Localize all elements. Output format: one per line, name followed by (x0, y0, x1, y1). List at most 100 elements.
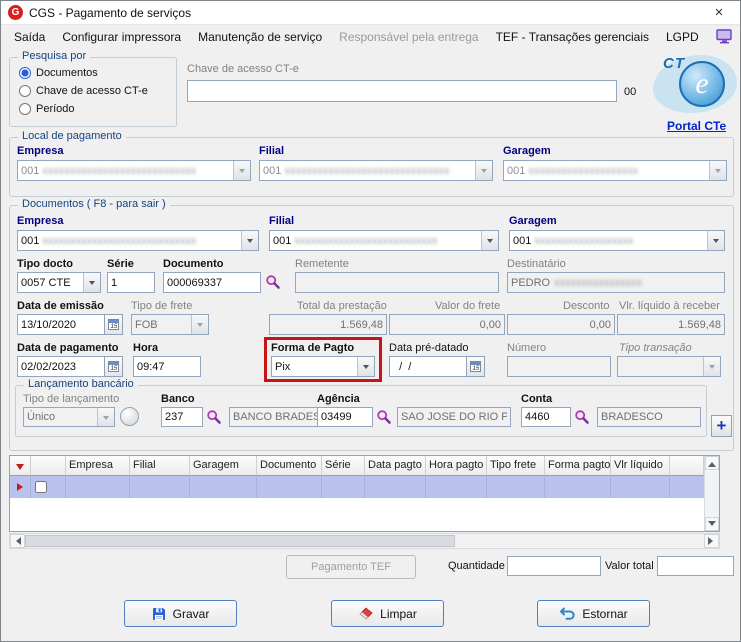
grid-col-tipo-frete[interactable]: Tipo frete (487, 456, 545, 476)
local-garagem-masked: xxxxxxxxxxxxxxxxxxxx (528, 164, 639, 177)
grid-col-vlr-liquido[interactable]: Vlr líquido (611, 456, 670, 476)
search-icon[interactable] (265, 274, 281, 290)
monitor-icon[interactable] (715, 29, 733, 44)
radio-chave-acesso[interactable]: Chave de acesso CT-e (19, 85, 148, 97)
scroll-left-button[interactable] (10, 534, 25, 548)
radio-chave-acesso-label: Chave de acesso CT-e (36, 85, 148, 97)
docs-empresa-masked: xxxxxxxxxxxxxxxxxxxxxxxxxxxx (42, 234, 197, 247)
agencia-code-input[interactable] (317, 407, 373, 427)
data-emissao-input[interactable] (17, 314, 105, 335)
menu-manutencao-servico[interactable]: Manutenção de serviço (198, 30, 322, 44)
gravar-button[interactable]: Gravar (124, 600, 237, 627)
menu-configurar-impressora[interactable]: Configurar impressora (62, 30, 181, 44)
horizontal-scrollbar[interactable] (9, 533, 720, 549)
tipo-transacao-label: Tipo transação (619, 342, 692, 354)
estornar-button[interactable]: Estornar (537, 600, 650, 627)
tipo-frete-value: FOB (135, 318, 158, 331)
banco-code-input[interactable] (161, 407, 203, 427)
desconto-label: Desconto (563, 300, 610, 312)
tipo-docto-combo[interactable]: 0057 CTE (17, 272, 101, 293)
grid-col-documento[interactable]: Documento (257, 456, 322, 476)
cte-logo-ct-text: CT (663, 55, 685, 72)
grid-col-garagem[interactable]: Garagem (190, 456, 257, 476)
forma-pagto-combo[interactable]: Pix (271, 356, 375, 377)
circle-lookup-icon[interactable] (120, 407, 139, 426)
local-filial-label: Filial (259, 145, 285, 157)
chevron-down-icon[interactable] (83, 273, 100, 292)
vlr-liquido-label: Vlr. líquido à receber (619, 300, 720, 312)
docs-filial-combo[interactable]: 001 xxxxxxxxxxxxxxxxxxxxxxxxxx (269, 230, 499, 251)
hora-input[interactable] (133, 356, 201, 377)
grid-col-filial[interactable]: Filial (130, 456, 190, 476)
quantidade-input[interactable] (507, 556, 601, 576)
calendar-icon[interactable] (104, 314, 123, 335)
radio-periodo-input[interactable] (19, 103, 31, 115)
pagamento-tef-button: Pagamento TEF (286, 555, 416, 579)
vertical-scrollbar[interactable] (704, 456, 719, 531)
radio-chave-acesso-input[interactable] (19, 85, 31, 97)
menu-tef-transacoes[interactable]: TEF - Transações gerenciais (496, 30, 649, 44)
radio-periodo[interactable]: Período (19, 103, 75, 115)
arrow-right-icon (708, 537, 717, 545)
calendar-icon[interactable] (104, 356, 123, 377)
chevron-down-icon[interactable] (481, 231, 498, 250)
total-prestacao-input (269, 314, 387, 335)
grid-col-data-pagto[interactable]: Data pagto (365, 456, 426, 476)
data-emissao-label: Data de emissão (17, 300, 104, 312)
radio-documentos-label: Documentos (36, 67, 98, 79)
estornar-label: Estornar (582, 606, 628, 621)
documents-grid[interactable]: Empresa Filial Garagem Documento Série D… (9, 455, 720, 532)
scroll-down-button[interactable] (705, 517, 719, 531)
grid-col-hora-pagto[interactable]: Hora pagto (426, 456, 487, 476)
grid-cell (66, 476, 130, 498)
grid-col-serie[interactable]: Série (322, 456, 365, 476)
scroll-right-button[interactable] (704, 534, 719, 548)
row-checkbox[interactable] (35, 481, 47, 493)
hora-label: Hora (133, 342, 159, 354)
scrollbar-thumb[interactable] (25, 535, 455, 547)
grid-col-empresa[interactable]: Empresa (66, 456, 130, 476)
valor-total-input[interactable] (657, 556, 734, 576)
chave-acesso-input[interactable] (187, 80, 617, 102)
radio-documentos[interactable]: Documentos (19, 67, 98, 79)
radio-documentos-input[interactable] (19, 67, 31, 79)
documentos-group-title: Documentos ( F8 - para sair ) (18, 198, 170, 210)
docs-filial-masked: xxxxxxxxxxxxxxxxxxxxxxxxxx (294, 234, 438, 247)
limpar-button[interactable]: Limpar (331, 600, 444, 627)
close-icon[interactable]: × (705, 4, 733, 21)
add-button[interactable] (711, 415, 732, 437)
menu-saida[interactable]: Saída (14, 30, 45, 44)
grid-checkbox-header (31, 456, 66, 476)
tipo-lancamento-combo: Único (23, 407, 115, 427)
search-icon[interactable] (574, 409, 590, 425)
portal-cte-link[interactable]: Portal CTe (667, 119, 726, 133)
conta-code-input[interactable] (521, 407, 571, 427)
save-icon (152, 607, 166, 621)
grid-cell (670, 476, 704, 498)
menu-lgpd[interactable]: LGPD (666, 30, 699, 44)
valor-total-label: Valor total (605, 560, 654, 572)
docs-empresa-combo[interactable]: 001 xxxxxxxxxxxxxxxxxxxxxxxxxxxx (17, 230, 259, 251)
calendar-icon[interactable] (466, 356, 485, 377)
table-row[interactable] (10, 476, 704, 498)
serie-input[interactable] (107, 272, 155, 293)
app-window: G CGS - Pagamento de serviços × Saída Co… (0, 0, 741, 642)
chevron-down-icon[interactable] (241, 231, 258, 250)
scroll-up-button[interactable] (705, 456, 719, 470)
documento-input[interactable] (163, 272, 261, 293)
remetente-label: Remetente (295, 258, 349, 270)
data-pagamento-input[interactable] (17, 356, 105, 377)
search-icon[interactable] (206, 409, 222, 425)
docs-garagem-combo[interactable]: 001 xxxxxxxxxxxxxxxxxx (509, 230, 725, 251)
tipo-lancamento-label: Tipo de lançamento (23, 393, 120, 405)
grid-cell (426, 476, 487, 498)
data-pre-datado-input[interactable] (389, 356, 467, 377)
docs-empresa-code: 001 (21, 234, 40, 247)
chevron-down-icon[interactable] (357, 357, 374, 376)
chevron-down-icon[interactable] (707, 231, 724, 250)
search-icon[interactable] (376, 409, 392, 425)
eraser-icon (358, 606, 373, 621)
grid-cell (322, 476, 365, 498)
grid-col-forma-pagto[interactable]: Forma pagto (545, 456, 611, 476)
local-empresa-masked: xxxxxxxxxxxxxxxxxxxxxxxxxxxx (42, 164, 197, 177)
